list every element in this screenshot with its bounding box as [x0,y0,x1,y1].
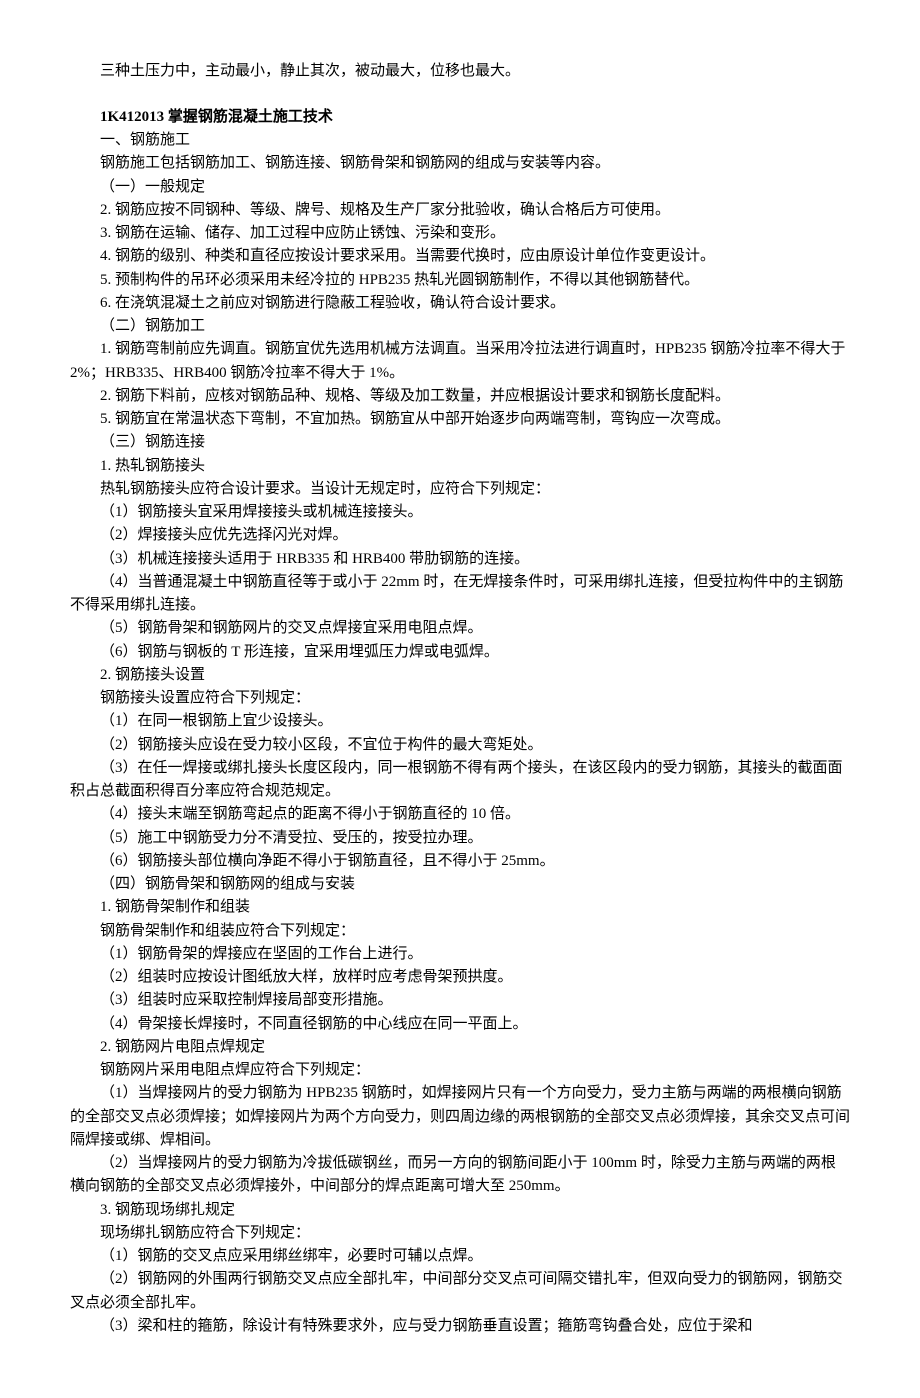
list-item-title: 1. 热轧钢筋接头 [70,455,850,478]
list-item: （3）在任一焊接或绑扎接头长度区段内，同一根钢筋不得有两个接头，在该区段内的受力… [70,757,850,804]
subsection-title: （三）钢筋连接 [70,431,850,454]
list-item: （3）组装时应采取控制焊接局部变形措施。 [70,989,850,1012]
list-item: （4）骨架接长焊接时，不同直径钢筋的中心线应在同一平面上。 [70,1013,850,1036]
list-item-title: 3. 钢筋现场绑扎规定 [70,1199,850,1222]
intro-paragraph: 三种土压力中，主动最小，静止其次，被动最大，位移也最大。 [70,60,850,83]
list-item: 5. 预制构件的吊环必须采用未经冷拉的 HPB235 热轧光圆钢筋制作，不得以其… [70,269,850,292]
list-item: （1）在同一根钢筋上宜少设接头。 [70,710,850,733]
list-item: 1. 钢筋弯制前应先调直。钢筋宜优先选用机械方法调直。当采用冷拉法进行调直时，H… [70,338,850,385]
body-text: 钢筋接头设置应符合下列规定： [70,687,850,710]
list-item: （2）焊接接头应优先选择闪光对焊。 [70,524,850,547]
spacer [70,83,850,106]
list-item: 3. 钢筋在运输、储存、加工过程中应防止锈蚀、污染和变形。 [70,222,850,245]
body-text: 钢筋骨架制作和组装应符合下列规定： [70,920,850,943]
body-text: 钢筋施工包括钢筋加工、钢筋连接、钢筋骨架和钢筋网的组成与安装等内容。 [70,152,850,175]
list-item: （1）钢筋骨架的焊接应在坚固的工作台上进行。 [70,943,850,966]
list-item: 4. 钢筋的级别、种类和直径应按设计要求采用。当需要代换时，应由原设计单位作变更… [70,245,850,268]
list-item: （3）机械连接接头适用于 HRB335 和 HRB400 带肋钢筋的连接。 [70,548,850,571]
list-item: （6）钢筋接头部位横向净距不得小于钢筋直径，且不得小于 25mm。 [70,850,850,873]
list-item: （1）钢筋接头宜采用焊接接头或机械连接接头。 [70,501,850,524]
subsection-title: （四）钢筋骨架和钢筋网的组成与安装 [70,873,850,896]
subsection-title: 一、钢筋施工 [70,129,850,152]
list-item: （2）钢筋网的外围两行钢筋交叉点应全部扎牢，中间部分交叉点可间隔交错扎牢，但双向… [70,1268,850,1315]
list-item: （5）施工中钢筋受力分不清受拉、受压的，按受拉办理。 [70,827,850,850]
list-item: （2）组装时应按设计图纸放大样，放样时应考虑骨架预拱度。 [70,966,850,989]
list-item: （2）当焊接网片的受力钢筋为冷拔低碳钢丝，而另一方向的钢筋间距小于 100mm … [70,1152,850,1199]
list-item-title: 1. 钢筋骨架制作和组装 [70,896,850,919]
list-item-title: 2. 钢筋网片电阻点焊规定 [70,1036,850,1059]
body-text: 钢筋网片采用电阻点焊应符合下列规定： [70,1059,850,1082]
body-text: 热轧钢筋接头应符合设计要求。当设计无规定时，应符合下列规定： [70,478,850,501]
list-item-title: 2. 钢筋接头设置 [70,664,850,687]
list-item: （5）钢筋骨架和钢筋网片的交叉点焊接宜采用电阻点焊。 [70,617,850,640]
list-item: （3）梁和柱的箍筋，除设计有特殊要求外，应与受力钢筋垂直设置；箍筋弯钩叠合处，应… [70,1315,850,1338]
section-heading: 1K412013 掌握钢筋混凝土施工技术 [70,106,850,129]
list-item: 6. 在浇筑混凝土之前应对钢筋进行隐蔽工程验收，确认符合设计要求。 [70,292,850,315]
list-item: （2）钢筋接头应设在受力较小区段，不宜位于构件的最大弯矩处。 [70,734,850,757]
body-text: 现场绑扎钢筋应符合下列规定： [70,1222,850,1245]
list-item: （1）钢筋的交叉点应采用绑丝绑牢，必要时可辅以点焊。 [70,1245,850,1268]
list-item: （4）当普通混凝土中钢筋直径等于或小于 22mm 时，在无焊接条件时，可采用绑扎… [70,571,850,618]
list-item: （4）接头末端至钢筋弯起点的距离不得小于钢筋直径的 10 倍。 [70,803,850,826]
list-item: （1）当焊接网片的受力钢筋为 HPB235 钢筋时，如焊接网片只有一个方向受力，… [70,1082,850,1152]
subsection-title: （一）一般规定 [70,176,850,199]
subsection-title: （二）钢筋加工 [70,315,850,338]
list-item: （6）钢筋与钢板的 T 形连接，宜采用埋弧压力焊或电弧焊。 [70,641,850,664]
list-item: 5. 钢筋宜在常温状态下弯制，不宜加热。钢筋宜从中部开始逐步向两端弯制，弯钩应一… [70,408,850,431]
list-item: 2. 钢筋应按不同钢种、等级、牌号、规格及生产厂家分批验收，确认合格后方可使用。 [70,199,850,222]
list-item: 2. 钢筋下料前，应核对钢筋品种、规格、等级及加工数量，并应根据设计要求和钢筋长… [70,385,850,408]
